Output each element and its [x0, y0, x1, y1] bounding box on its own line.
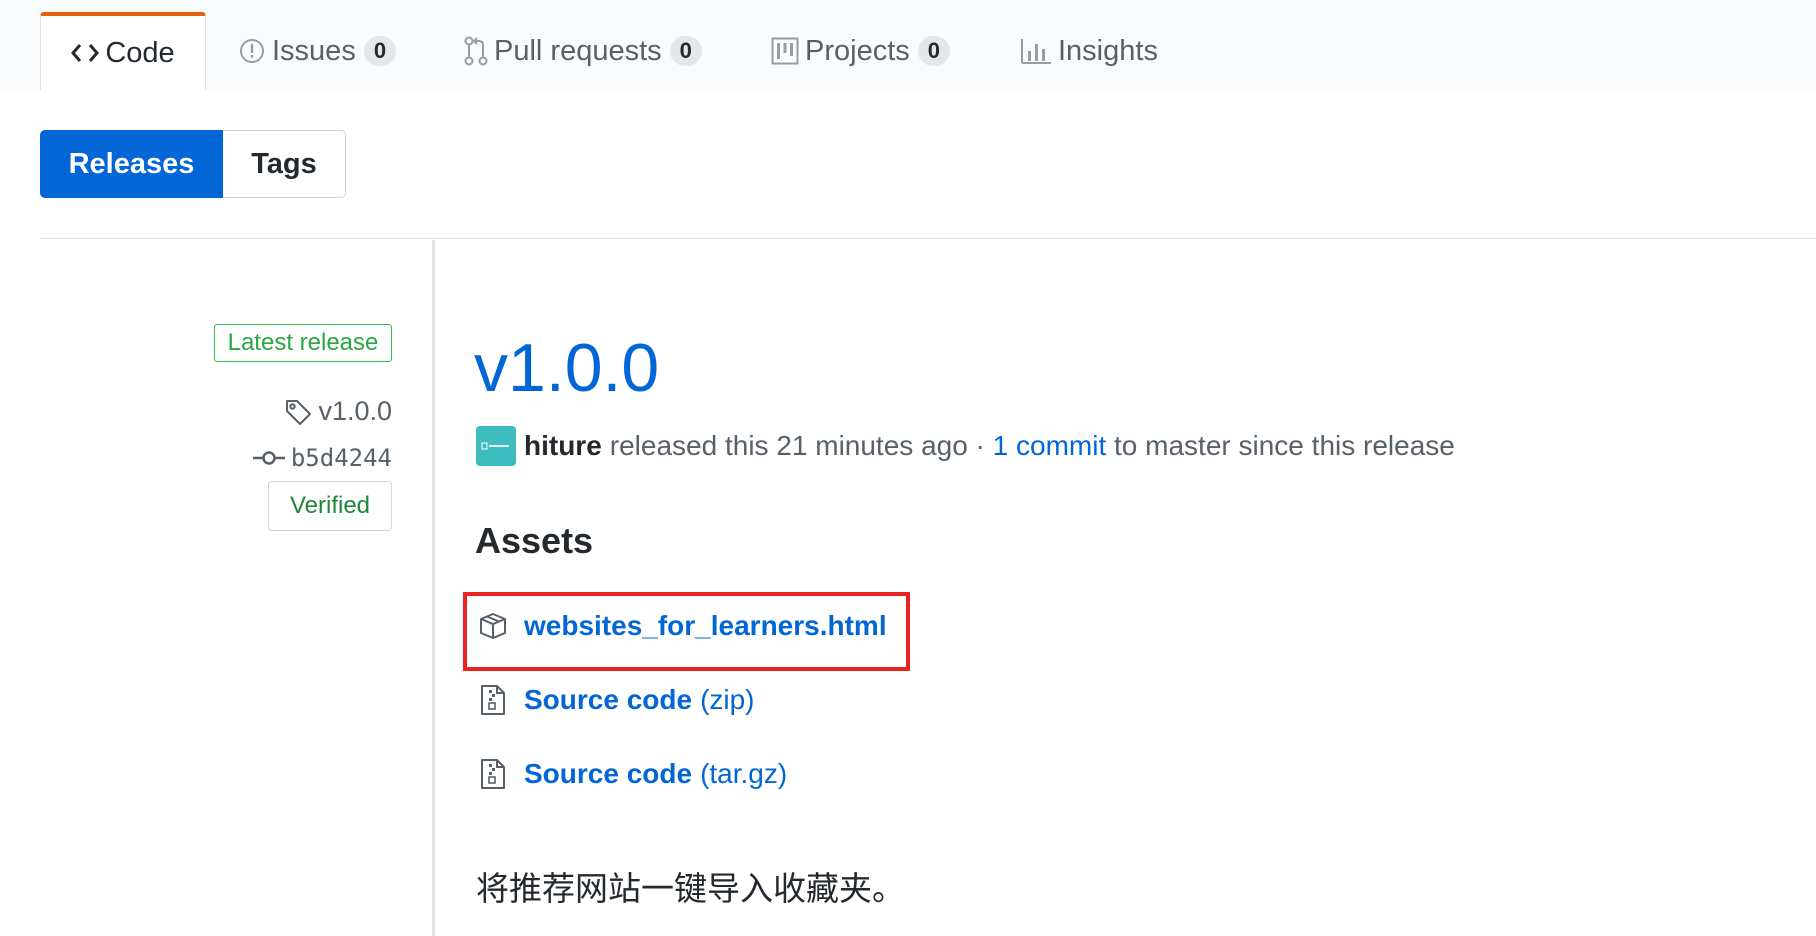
- issues-counter: 0: [363, 36, 397, 66]
- repo-nav-bar: Code Issues 0 Pull requests 0 Projects 0…: [0, 0, 1816, 90]
- asset-name: Source code: [524, 758, 693, 789]
- divider: [40, 238, 1816, 239]
- tab-issues[interactable]: Issues 0: [238, 12, 397, 90]
- tab-label: Code: [105, 36, 175, 69]
- author-link[interactable]: hiture: [524, 430, 602, 462]
- pull-requests-counter: 0: [669, 36, 702, 66]
- asset-item[interactable]: websites_for_learners.html: [478, 610, 887, 642]
- asset-item[interactable]: Source code (zip): [478, 684, 755, 716]
- released-text: released this 21 minutes ago ·: [609, 430, 985, 461]
- git-commit-icon: [252, 448, 285, 468]
- verified-badge[interactable]: Verified: [268, 481, 392, 531]
- release-tag-link[interactable]: v1.0.0: [284, 396, 392, 427]
- project-icon: [771, 37, 799, 65]
- asset-type: (tar.gz): [700, 758, 788, 789]
- release-commit-link[interactable]: b5d4244: [252, 444, 392, 472]
- commits-since-link[interactable]: 1 commit: [993, 430, 1107, 462]
- asset-name: Source code: [524, 684, 693, 715]
- asset-item[interactable]: Source code (tar.gz): [478, 758, 787, 790]
- tab-label: Insights: [1058, 34, 1158, 67]
- tag-label: v1.0.0: [318, 396, 392, 426]
- avatar[interactable]: [476, 426, 516, 466]
- git-pull-request-icon: [464, 36, 488, 66]
- releases-button[interactable]: Releases: [40, 130, 223, 198]
- package-icon: [478, 611, 508, 641]
- projects-counter: 0: [917, 36, 951, 66]
- tag-icon: [284, 398, 312, 426]
- release-meta: hiture released this 21 minutes ago · 1 …: [476, 426, 1455, 466]
- tab-label: Pull requests: [494, 34, 662, 67]
- file-zip-icon: [478, 758, 508, 790]
- release-title[interactable]: v1.0.0: [474, 325, 659, 411]
- tab-label: Projects: [805, 34, 910, 67]
- assets-heading: Assets: [475, 520, 594, 561]
- tab-pull-requests[interactable]: Pull requests 0: [464, 12, 702, 90]
- issue-opened-icon: [238, 37, 266, 65]
- graph-icon: [1020, 37, 1052, 65]
- asset-type: (zip): [700, 684, 755, 715]
- latest-release-badge: Latest release: [214, 324, 392, 362]
- asset-name: websites_for_learners.html: [524, 610, 887, 641]
- tab-label: Issues: [272, 34, 356, 67]
- tab-insights[interactable]: Insights: [1020, 12, 1158, 90]
- release-description: 将推荐网站一键导入收藏夹。: [476, 870, 905, 907]
- tab-projects[interactable]: Projects 0: [771, 12, 951, 90]
- commit-sha: b5d4244: [290, 444, 392, 472]
- tab-code[interactable]: Code: [40, 12, 206, 90]
- tags-button[interactable]: Tags: [223, 130, 346, 198]
- file-zip-icon: [478, 684, 508, 716]
- since-text: to master since this release: [1114, 430, 1455, 461]
- code-icon: [71, 42, 100, 64]
- timeline-divider: [432, 240, 435, 936]
- releases-tags-toggle: Releases Tags: [40, 130, 346, 198]
